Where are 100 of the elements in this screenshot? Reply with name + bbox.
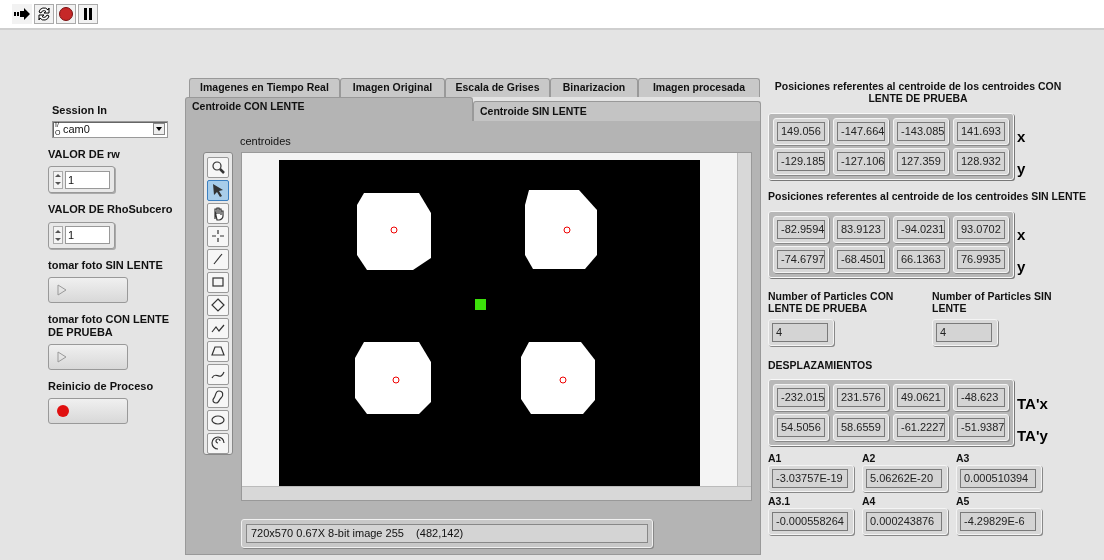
numeric-indicator: -74.6797 [777, 249, 825, 269]
numeric-control[interactable]: 1 [48, 166, 115, 193]
numeric-indicator: -82.9594 [777, 219, 825, 239]
play-icon [57, 350, 67, 363]
run-arrow-icon [14, 8, 30, 20]
spinner-icon [53, 170, 63, 189]
numeric-value: 1 [65, 170, 110, 189]
play-icon [57, 283, 67, 296]
pause-icon [83, 8, 93, 20]
array-title: DESPLAZAMIENTOS [768, 358, 874, 373]
numeric-indicator: 4 [936, 323, 992, 342]
tab[interactable]: Centroide SIN LENTE [473, 101, 761, 121]
control-label: tomar foto SIN LENTE [48, 258, 164, 272]
control-label: tomar foto CON LENTE DE PRUEBA [48, 312, 170, 339]
numeric-indicator: -4.29829E-6 [960, 511, 1036, 531]
numeric-indicator: -143.085 [897, 121, 945, 141]
numeric-indicator: 141.693 [957, 121, 1005, 141]
row-label: TA'y [1017, 425, 1048, 446]
tab[interactable]: Escala de Grises [445, 78, 550, 97]
oval-icon [210, 412, 226, 428]
array-title: Posiciones referentes al centroide de los centroides CON LENTE DE PRUEBA [773, 80, 1063, 104]
indicator-label: Number of Particles CON LENTE DE PRUEBA [768, 290, 895, 314]
numeric-indicator: 83.9123 [837, 219, 885, 239]
display-label: centroides [240, 134, 292, 149]
image-info: 720x570 0.67X 8-bit image 255 (482,142) [246, 523, 648, 543]
toolbar-button[interactable] [56, 4, 76, 24]
numeric-indicator: -51.9387 [957, 418, 1005, 438]
led-button[interactable] [48, 397, 128, 424]
tool-button[interactable] [207, 340, 229, 362]
toolbar-button[interactable] [34, 4, 54, 24]
numeric-indicator: -129.185 [777, 151, 825, 171]
indicator-label: A3 [956, 450, 971, 465]
numeric-indicator: 231.576 [837, 388, 885, 408]
tab[interactable]: Centroide CON LENTE [185, 97, 473, 121]
tool-button[interactable] [207, 363, 229, 385]
toolbar-button[interactable] [78, 4, 98, 24]
tab[interactable]: Imagen procesada [638, 78, 760, 97]
row-label: x [1017, 225, 1026, 245]
tool-button[interactable] [207, 294, 229, 316]
toolbar-button[interactable] [12, 4, 32, 24]
numeric-indicator: 149.056 [777, 121, 825, 141]
stop-icon [59, 7, 73, 21]
numeric-indicator: -232.015 [777, 388, 825, 408]
array-title: Posiciones referentes al centroide de los centroides SIN LENTE [768, 190, 1087, 202]
spiral-icon [210, 435, 226, 451]
numeric-indicator: -147.664 [837, 121, 885, 141]
numeric-indicator: 0.000243876 [866, 511, 942, 531]
numeric-indicator: -0.000558264 [772, 511, 848, 531]
control-label: VALOR DE rw [48, 146, 121, 162]
tool-button[interactable] [207, 179, 229, 201]
control-label: Reinicio de Proceso [48, 379, 155, 393]
vertical-scrollbar[interactable] [737, 152, 751, 486]
numeric-indicator: -68.4501 [837, 249, 885, 269]
indicator-label: A1 [768, 450, 783, 465]
numeric-indicator: 58.6559 [837, 418, 885, 438]
numeric-indicator: 49.0621 [897, 388, 945, 408]
spinner-icon [53, 226, 63, 244]
numeric-indicator: 4 [772, 323, 828, 342]
numeric-indicator: 93.0702 [957, 219, 1005, 239]
indicator-label: A4 [862, 493, 877, 508]
magnifier-icon [210, 159, 226, 175]
numeric-indicator: 5.06262E-20 [866, 468, 942, 488]
cycle-arrows-icon [36, 6, 52, 22]
tab[interactable]: Binarizacion [550, 78, 638, 97]
led-icon [57, 404, 69, 417]
indicator-label: A3.1 [768, 493, 792, 508]
tool-button[interactable] [207, 202, 229, 224]
numeric-control[interactable]: 1 [48, 221, 115, 249]
numeric-value: 1 [65, 226, 110, 244]
tool-button[interactable] [207, 156, 229, 178]
indicator-label: A2 [862, 450, 877, 465]
tool-button[interactable] [207, 386, 229, 408]
numeric-indicator: -127.106 [837, 151, 885, 171]
indicator-label: A5 [956, 493, 971, 508]
numeric-indicator: 0.000510394 [960, 468, 1036, 488]
row-label: x [1017, 127, 1026, 147]
row-label: y [1017, 257, 1026, 277]
trapezoid-icon [210, 343, 226, 359]
numeric-indicator: -3.03757E-19 [772, 468, 848, 488]
blob-outline-icon [210, 389, 226, 405]
tool-button[interactable] [207, 317, 229, 339]
control-label: VALOR DE RhoSubcero [48, 202, 174, 217]
numeric-indicator: 54.5056 [777, 418, 825, 438]
row-label: y [1017, 159, 1026, 179]
diamond-icon [210, 297, 226, 313]
numeric-indicator: 66.1363 [897, 249, 945, 269]
numeric-indicator: -61.2227 [897, 418, 945, 438]
tool-button[interactable] [207, 409, 229, 431]
numeric-indicator: 76.9935 [957, 249, 1005, 269]
numeric-indicator: -48.623 [957, 388, 1005, 408]
tool-button[interactable] [207, 432, 229, 454]
indicator-label: Number of Particles SIN LENTE [932, 290, 1053, 314]
crosshair-icon [210, 228, 226, 244]
numeric-indicator: -94.0231 [897, 219, 945, 239]
numeric-indicator: 127.359 [897, 151, 945, 171]
tab[interactable]: Imagenes en Tiempo Real [189, 78, 340, 97]
tab[interactable]: Imagen Original [340, 78, 445, 97]
dropdown-value: cam0 [63, 121, 91, 137]
control-label: Session In [52, 103, 109, 118]
rectangle-icon [210, 274, 226, 290]
